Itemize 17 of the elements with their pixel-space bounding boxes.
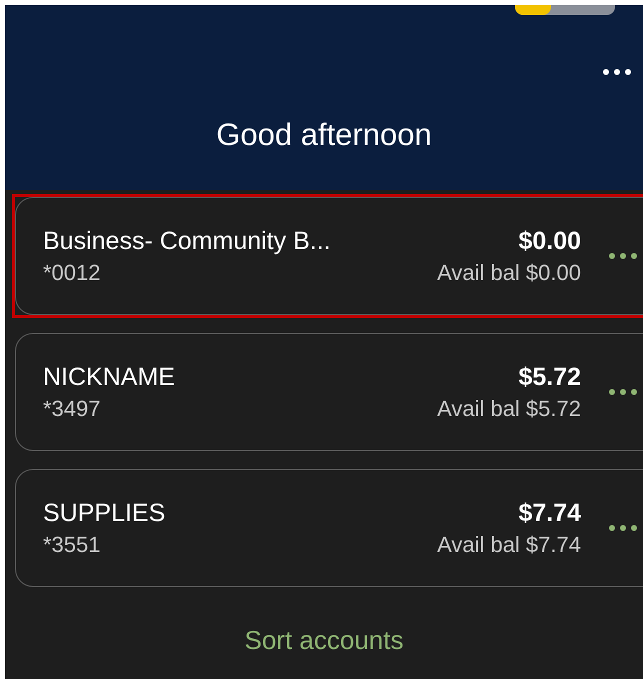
account-number: *3551	[43, 532, 102, 558]
sort-accounts-link[interactable]: Sort accounts	[238, 624, 410, 657]
account-balance: $5.72	[518, 362, 581, 392]
account-balance: $7.74	[518, 498, 581, 528]
account-name: Business- Community B...	[43, 226, 332, 256]
account-card[interactable]: Business- Community B... *0012 $0.00 Avail bal $0.00	[15, 197, 643, 315]
available-balance: Avail bal $7.74	[437, 532, 581, 558]
account-card[interactable]: NICKNAME *3497 $5.72 Avail bal $5.72	[15, 333, 643, 451]
account-balance: $0.00	[518, 226, 581, 256]
available-balance: Avail bal $0.00	[437, 260, 581, 286]
account-number: *0012	[43, 260, 102, 286]
account-card[interactable]: SUPPLIES *3551 $7.74 Avail bal $7.74	[15, 469, 643, 587]
account-name: NICKNAME	[43, 362, 176, 392]
account-number: *3497	[43, 396, 102, 422]
account-name: SUPPLIES	[43, 498, 166, 528]
greeting-title: Good afternoon	[215, 117, 433, 153]
available-balance: Avail bal $5.72	[437, 396, 581, 422]
